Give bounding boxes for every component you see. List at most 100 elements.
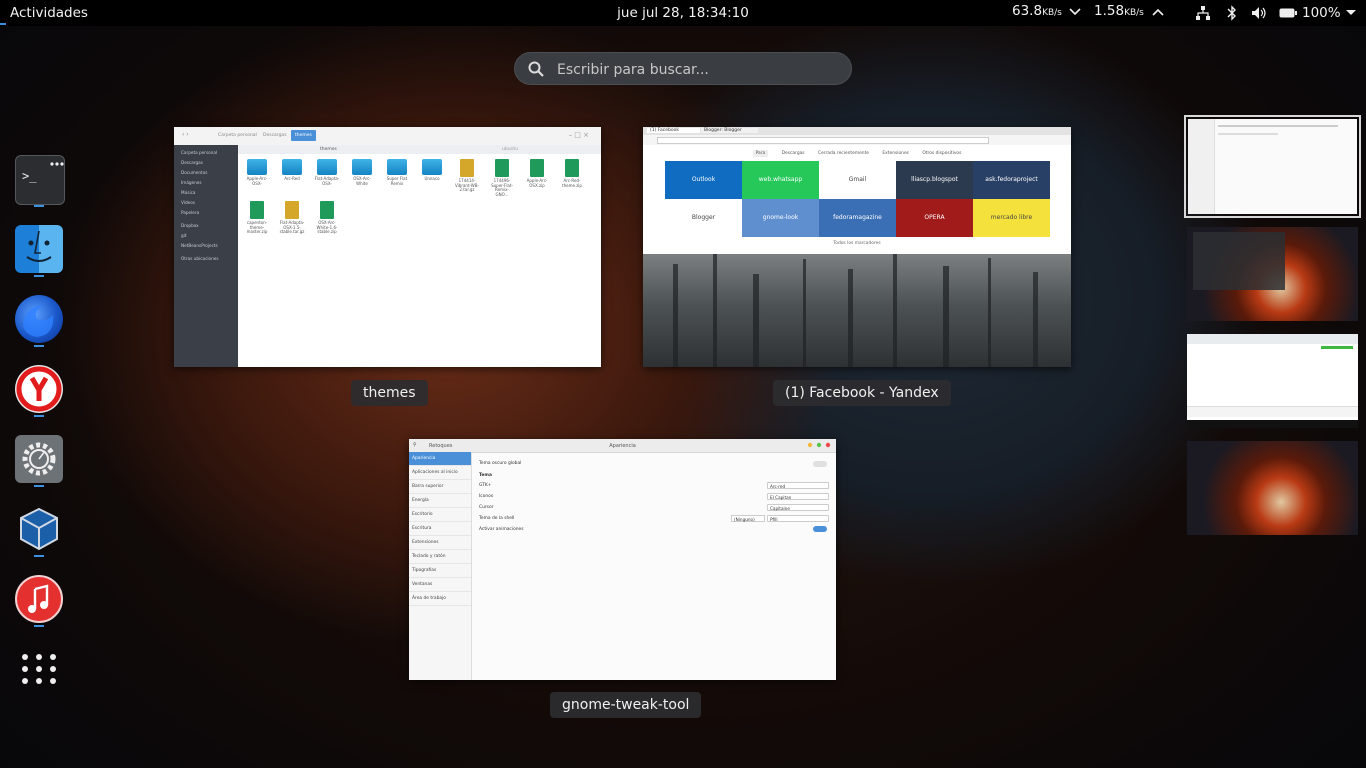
running-indicator <box>34 555 44 557</box>
file-item: OSX-Arc-White-1.6-stable.zip <box>314 201 340 235</box>
speed-dial-tile: fedoramagazine <box>819 199 896 237</box>
file-item-label: Apple-Arc-OSX.zip <box>526 178 548 188</box>
power-menu-icon[interactable] <box>1346 10 1356 16</box>
tab-label: ubuntu <box>502 147 519 152</box>
music-player-app-icon[interactable] <box>15 575 63 623</box>
sidebar-item: Tipografías <box>409 564 471 578</box>
terminal-app-icon[interactable]: >_ <box>15 155 65 205</box>
workspace-1-window <box>1188 119 1357 214</box>
file-item-label: Super Flat Remix <box>386 176 408 186</box>
tweak-row-label: Tema <box>479 473 492 478</box>
window-thumbnail-files[interactable]: ‹ › Carpeta personal Descargas themes – … <box>174 127 601 367</box>
sidebar-item: Vídeos <box>181 200 196 205</box>
browser-tab: Blogger: Blogger <box>701 128 758 133</box>
network-icon[interactable] <box>1196 6 1210 20</box>
sidebar-item: Escritura <box>409 522 471 536</box>
folder-icon <box>247 159 267 175</box>
sidebar-item: git <box>181 233 187 238</box>
battery-icon[interactable] <box>1279 8 1297 18</box>
dark-theme-switch <box>813 461 827 467</box>
yandex-browser-app-icon[interactable] <box>15 365 63 413</box>
file-item: capenton-theme-master.zip <box>244 201 270 235</box>
newtab-links: Para Descargas Cerrada recientemente Ext… <box>643 150 1071 157</box>
running-indicator <box>34 345 44 347</box>
sidebar-item: Música <box>181 190 196 195</box>
bluetooth-icon[interactable] <box>1227 5 1237 21</box>
folder-icon <box>387 159 407 175</box>
running-indicator <box>34 485 44 487</box>
volume-icon[interactable] <box>1251 6 1267 20</box>
back-arrow-icon: ‹ › <box>182 131 189 138</box>
net-upload-speed[interactable]: 1.58KB/s <box>1094 3 1144 19</box>
tweaks-page-title: Apariencia <box>609 443 636 449</box>
window-thumbnail-tweaks[interactable]: ⚲ Retoques Apariencia Apariencia Aplicac… <box>409 439 836 680</box>
file-item: 174414-Vibrant-WB-2.tar.gz <box>454 159 480 193</box>
net-download-speed[interactable]: 63.8KB/s <box>1012 3 1062 19</box>
running-indicator <box>34 625 44 627</box>
search-input[interactable] <box>555 58 839 82</box>
speed-dial-tile: mercado libre <box>973 199 1050 237</box>
speed-dial-tile: ask.fedoraproject <box>973 161 1050 199</box>
workspace-2[interactable] <box>1187 227 1358 321</box>
sidebar-item: Barra superior <box>409 480 471 494</box>
grid-icon <box>22 654 56 684</box>
speed-dial-tile: Outlook <box>665 161 742 199</box>
sidebar-item: Extensiones <box>409 536 471 550</box>
workspace-1-active[interactable] <box>1184 115 1361 218</box>
net-upload-value: 1.58 <box>1094 3 1125 19</box>
file-item: Flat-Adapta-OSX-1.5-stable.tar.gz <box>279 201 305 235</box>
sidebar-item: Otras ubicaciones <box>181 256 219 261</box>
file-item: OSX-Arc-White <box>349 159 375 186</box>
files-headerbar: ‹ › Carpeta personal Descargas themes – … <box>174 127 601 146</box>
path-segment: Carpeta personal <box>218 133 257 138</box>
archive-icon <box>285 201 299 219</box>
settings-app-icon[interactable] <box>15 435 63 483</box>
virtualbox-app-icon[interactable] <box>15 505 63 553</box>
folder-icon <box>317 159 337 175</box>
workspace-3[interactable] <box>1187 334 1358 428</box>
battery-percentage[interactable]: 100% <box>1302 5 1341 21</box>
animations-switch <box>813 526 827 532</box>
tweaks-headerbar: ⚲ Retoques Apariencia <box>409 439 836 453</box>
speed-dial-tile: Blogger <box>665 199 742 237</box>
file-manager-app-icon[interactable] <box>15 225 63 273</box>
browser-background <box>643 254 1071 367</box>
browser-tab: (1) Facebook <box>647 128 700 133</box>
sidebar-item: Teclado y ratón <box>409 550 471 564</box>
shell-theme-file-button: (Ninguno) <box>731 515 765 522</box>
window-controls: – □ × <box>568 131 589 139</box>
file-item-label: Flat-Adapta-OSX-1.5-stable.tar.gz <box>279 220 305 235</box>
file-item-label: 174496-Super-Flat-Remix-GNO... <box>491 178 513 197</box>
firefox-app-icon[interactable] <box>15 295 63 343</box>
tweak-row-label: Activar animaciones <box>479 527 524 532</box>
file-item-label: Arc-Red-theme.zip <box>562 178 582 188</box>
file-item-label: Flat-Adapta-OSX- <box>314 176 340 186</box>
file-item: Apple-Arc-OSX.zip <box>524 159 550 188</box>
window-caption-tweaks[interactable]: gnome-tweak-tool <box>550 692 702 718</box>
sidebar-item: Carpeta personal <box>181 150 218 155</box>
file-item-label: Apple-Arc-OSX- <box>246 176 268 186</box>
svg-text:>_: >_ <box>22 169 37 183</box>
file-item-label: Arc-Red <box>284 176 300 181</box>
newtab-link: Cerrada recientemente <box>818 151 869 156</box>
window-caption-files[interactable]: themes <box>351 380 428 406</box>
running-indicator <box>34 275 44 277</box>
search-box[interactable] <box>514 52 852 85</box>
files-sidebar: Carpeta personal Descargas Documentos Im… <box>174 145 238 367</box>
window-caption-browser[interactable]: (1) Facebook - Yandex <box>773 380 951 406</box>
newtab-link: Para <box>752 150 769 157</box>
file-item-label: Unnaco <box>424 176 440 181</box>
file-item: Arc-Red <box>279 159 305 182</box>
icons-theme-select: El Capitan <box>767 493 829 500</box>
folder-icon <box>422 159 442 175</box>
window-controls <box>807 442 833 450</box>
net-upload-unit: KB/s <box>1124 8 1144 18</box>
tab-label: themes <box>320 147 337 152</box>
window-thumbnail-browser[interactable]: (1) Facebook Blogger: Blogger Para Desca… <box>643 127 1071 367</box>
show-applications-button[interactable] <box>15 645 63 693</box>
sidebar-item: Energía <box>409 494 471 508</box>
shell-theme-select: Pfill <box>767 515 829 522</box>
tweak-row-label: Iconos <box>479 494 494 499</box>
file-item: Arc-Red-theme.zip <box>559 159 585 188</box>
workspace-4[interactable] <box>1187 441 1358 535</box>
